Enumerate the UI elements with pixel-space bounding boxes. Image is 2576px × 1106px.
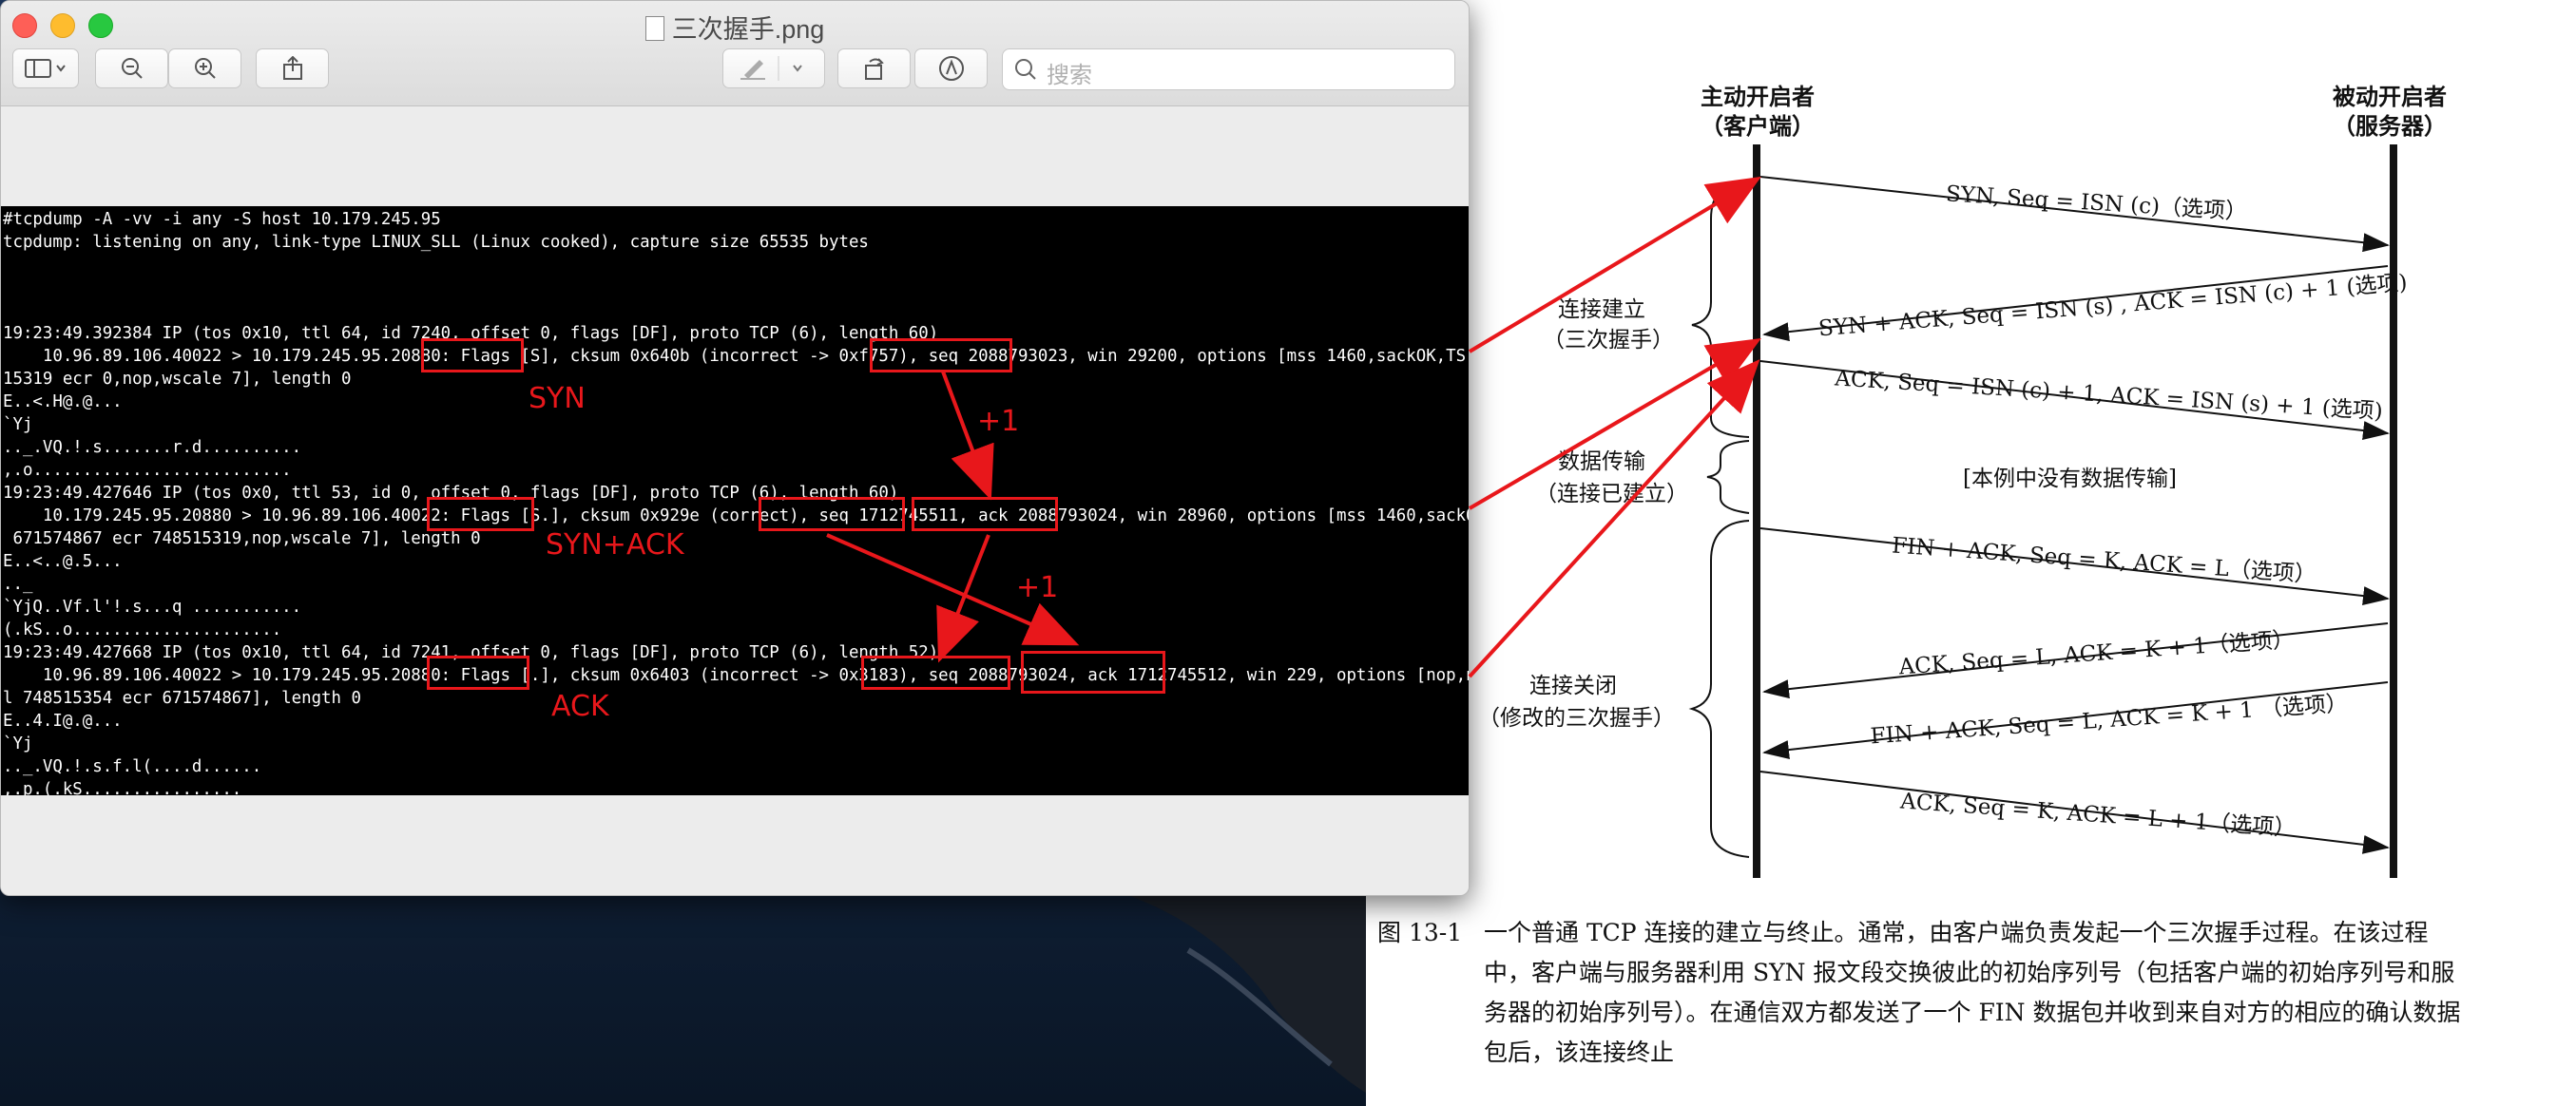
terminal-line: ,.o.......................... xyxy=(3,461,292,480)
server-subtitle: （服务器） xyxy=(2333,113,2447,140)
book-page: 主动开启者 （客户端） 被动开启者 （服务器） 连接建立 （三次握手） 数据传输… xyxy=(1366,0,2576,1106)
client-subtitle: （客户端） xyxy=(1701,113,1815,140)
terminal-line: #tcpdump -A -vv -i any -S host 10.179.24… xyxy=(3,210,441,229)
msg-ack: ACK, Seq = ISN (c) + 1, ACK = ISN (s) + … xyxy=(1834,366,2384,425)
msg-synack: SYN + ACK, Seq = ISN (s) , ACK = ISN (c)… xyxy=(1817,270,2409,342)
phase-establish-label: 连接建立 xyxy=(1558,297,1645,322)
window-title: 三次握手.png xyxy=(1,9,1469,46)
zoom-out-button[interactable] xyxy=(95,48,168,88)
terminal-line: (.kS..o..................... xyxy=(3,620,282,639)
ack-ack-highlight xyxy=(1021,651,1165,694)
share-button[interactable] xyxy=(256,48,329,88)
terminal-line: 10.179.245.95.20880 > 10.96.89.106.40022… xyxy=(3,506,1470,525)
ack-annotation: ACK xyxy=(551,690,609,723)
share-icon xyxy=(282,56,302,80)
window-titlebar[interactable]: 三次握手.png 搜索 xyxy=(1,1,1469,106)
search-icon xyxy=(1015,59,1036,80)
caption-line-2: 中，客户端与服务器利用 SYN 报文段交换彼此的初始序列号（包括客户端的初始序列… xyxy=(1484,959,2455,986)
terminal-line: 10.96.89.106.40022 > 10.179.245.95.20880… xyxy=(3,666,1470,685)
terminal-line: 10.96.89.106.40022 > 10.179.245.95.20880… xyxy=(3,347,1470,366)
sidebar-icon xyxy=(25,59,66,78)
plus-one-annotation-2: +1 xyxy=(1016,571,1059,604)
search-placeholder: 搜索 xyxy=(1047,62,1092,88)
seq-synack-highlight xyxy=(759,497,905,531)
synack-annotation: SYN+ACK xyxy=(546,528,684,562)
terminal-line: .._.VQ.!.s.f.l(....d...... xyxy=(3,757,262,776)
pen-icon xyxy=(740,56,802,81)
msg-ack-client: ACK, Seq = K, ACK = L + 1（选项） xyxy=(1899,789,2297,842)
phase-data-sub: （连接已建立） xyxy=(1535,482,1688,506)
preview-window: 三次握手.png 搜索 #tcpdump -A -vv -i any -S ho… xyxy=(0,0,1470,896)
msg-syn: SYN, Seq = ISN (c)（选项） xyxy=(1945,181,2248,225)
phase-close-label: 连接关闭 xyxy=(1529,674,1617,698)
phase-close-sub: （修改的三次握手） xyxy=(1478,706,1675,731)
markup-icon xyxy=(938,56,964,81)
sidebar-toggle-button[interactable] xyxy=(12,48,79,88)
msg-fin-ack-client: FIN + ACK, Seq = K, ACK = L（选项） xyxy=(1891,533,2317,588)
server-title: 被动开启者 xyxy=(2333,84,2447,110)
flags-syn-highlight xyxy=(421,338,524,372)
caption-line-3: 务器的初始序列号）。在通信双方都发送了一个 FIN 数据包并收到来自对方的相应的… xyxy=(1484,999,2461,1026)
seq-ack-highlight xyxy=(861,656,1010,690)
terminal-line: .._.VQ.!.s.......r.d.......... xyxy=(3,438,302,457)
terminal-screenshot: #tcpdump -A -vv -i any -S host 10.179.24… xyxy=(1,206,1470,795)
phase-data-label: 数据传输 xyxy=(1558,449,1645,474)
client-title: 主动开启者 xyxy=(1701,84,1815,110)
flags-synack-highlight xyxy=(427,497,534,531)
syn-annotation: SYN xyxy=(529,382,586,415)
zoom-in-button[interactable] xyxy=(168,48,241,88)
msg-fin-ack-server: FIN + ACK, Seq = L, ACK = K + 1 （选项） xyxy=(1869,691,2349,750)
terminal-line: l 748515354 ecr 671574867], length 0 xyxy=(3,689,361,708)
terminal-line: 15319 ecr 0,nop,wscale 7], length 0 xyxy=(3,370,352,389)
terminal-line: `Yj xyxy=(3,734,33,753)
caption-line-1: 一个普通 TCP 连接的建立与终止。通常，由客户端负责发起一个三次握手过程。在该… xyxy=(1484,919,2429,946)
canvas-bottom-margin xyxy=(1,795,1469,895)
rotate-button[interactable] xyxy=(837,48,911,88)
canvas-top-margin xyxy=(1,106,1469,206)
terminal-line: .._ xyxy=(3,575,33,594)
terminal-line: E..4.I@.@... xyxy=(3,712,123,731)
terminal-line: 671574867 ecr 748515319,nop,wscale 7], l… xyxy=(3,529,481,548)
terminal-line: `YjQ..Vf.l'!.s...q ........... xyxy=(3,598,302,617)
terminal-line: tcpdump: listening on any, link-type LIN… xyxy=(3,233,869,252)
figure-label: 图 13-1 xyxy=(1377,919,1463,946)
flags-ack-highlight xyxy=(427,656,529,690)
terminal-line: E..<..@.5... xyxy=(3,552,123,571)
plus-one-annotation-1: +1 xyxy=(977,405,1020,438)
terminal-line: ,.p.(.kS................ xyxy=(3,780,242,795)
zoom-out-icon xyxy=(121,58,143,79)
msg-ack-server: ACK, Seq = L, ACK = K + 1（选项） xyxy=(1897,627,2296,680)
ack-synack-highlight xyxy=(912,497,1058,531)
rotate-icon xyxy=(864,58,884,80)
seq-syn-highlight xyxy=(870,338,1012,372)
phase-establish-sub: （三次握手） xyxy=(1543,328,1674,353)
terminal-line: `Yj xyxy=(3,415,33,434)
search-field[interactable]: 搜索 xyxy=(1002,48,1455,90)
document-icon xyxy=(644,16,664,41)
no-data-note: [本例中没有数据传输] xyxy=(1963,467,2177,491)
terminal-line: E..<.H@.@... xyxy=(3,392,123,411)
window-title-text: 三次握手.png xyxy=(671,15,825,44)
markup-toolbar-button[interactable] xyxy=(722,48,825,88)
zoom-in-icon xyxy=(194,58,216,79)
markup-button[interactable] xyxy=(914,48,988,88)
caption-line-4: 包后，该连接终止 xyxy=(1484,1039,1675,1066)
